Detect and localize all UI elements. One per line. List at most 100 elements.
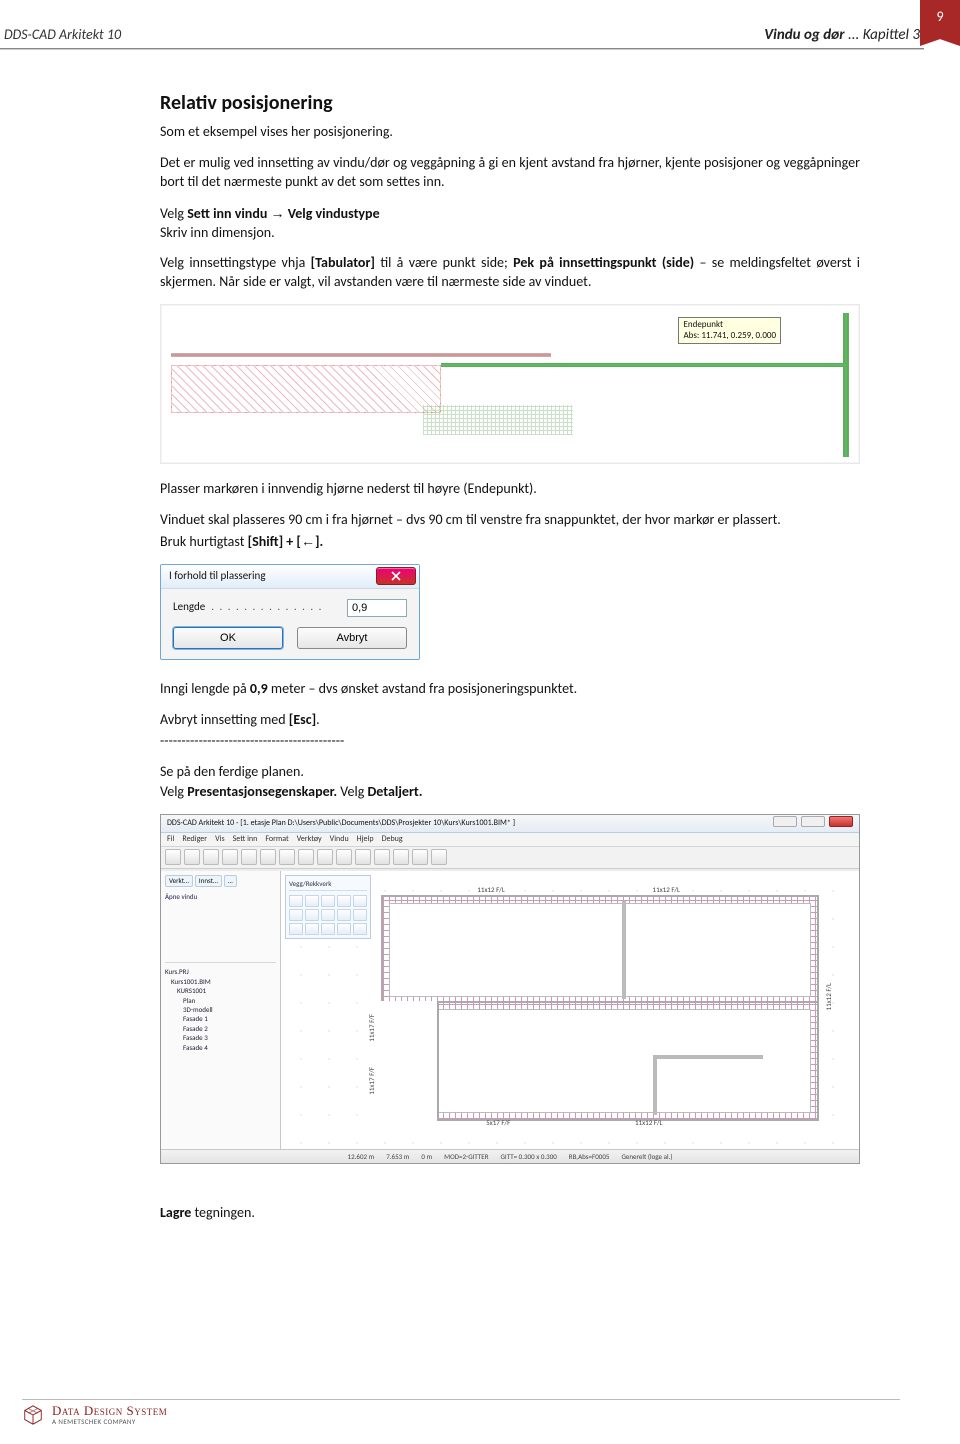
maximize-button[interactable] [801, 816, 825, 827]
bold-text: Lagre [160, 1204, 191, 1221]
toolbar-icon[interactable] [336, 849, 352, 865]
plan-label: 5x17 F/F [486, 1118, 510, 1127]
text: meter – dvs ønsket avstand fra posisjone… [268, 680, 577, 697]
floor-plan: 11x12 F/L 11x12 F/L 11x12 F/L 11x17 F/F … [381, 895, 819, 1115]
paragraph: Det er mulig ved innsetting av vindu/dør… [160, 154, 860, 192]
bold-text: Velg vindustype [288, 205, 380, 222]
toolbar-icon[interactable] [279, 849, 295, 865]
plan-upper-room [389, 903, 811, 997]
left-tab[interactable]: … [224, 875, 237, 886]
tree-item[interactable]: KURS1001 [165, 986, 276, 995]
tree-item[interactable]: Fasade 3 [165, 1033, 276, 1042]
cancel-button[interactable]: Avbryt [297, 627, 407, 649]
tree-item[interactable]: Kurs.PRJ [165, 967, 276, 976]
menu-item[interactable]: Format [265, 834, 288, 845]
tree-item[interactable]: Fasade 4 [165, 1043, 276, 1052]
menu-item[interactable]: Verktøy [297, 834, 322, 845]
dialog-close-button[interactable] [376, 567, 416, 585]
menu-item[interactable]: Vis [215, 834, 225, 845]
app-title-text: DDS-CAD Arkitekt 10 - [1. etasje Plan D:… [167, 818, 515, 829]
tool-icon[interactable] [305, 909, 319, 921]
separator-dashes: ----------------------------------------… [160, 732, 860, 751]
toolbar-icon[interactable] [374, 849, 390, 865]
text: Velg [337, 783, 367, 800]
toolbar-icon[interactable] [355, 849, 371, 865]
tool-icon[interactable] [305, 895, 319, 907]
paragraph: Velg innsettingstype vhja [Tabulator] ti… [160, 254, 860, 292]
dialog-buttons: OK Avbryt [173, 627, 407, 649]
tool-icon[interactable] [289, 923, 303, 935]
tool-icon[interactable] [321, 895, 335, 907]
minimize-button[interactable] [773, 816, 797, 827]
app-canvas[interactable]: Vegg/Rekkverk 11x1 [281, 871, 859, 1149]
tree-item[interactable]: Fasade 2 [165, 1024, 276, 1033]
tree-item[interactable]: 3D-modell [165, 1005, 276, 1014]
tool-icon[interactable] [337, 895, 351, 907]
menu-item[interactable]: Sett inn [233, 834, 258, 845]
tool-icon[interactable] [321, 909, 335, 921]
tool-icon[interactable] [353, 909, 367, 921]
left-tab[interactable]: Innst… [195, 875, 222, 886]
corner-hatch [423, 405, 573, 435]
tool-icon[interactable] [337, 909, 351, 921]
plan-lower-room [389, 1009, 811, 1113]
tool-icon[interactable] [337, 923, 351, 935]
tree-item[interactable]: Fasade 1 [165, 1014, 276, 1023]
bold-text: Sett inn vindu [187, 205, 267, 222]
menu-item[interactable]: Fil [167, 834, 174, 845]
toolbar-icon[interactable] [393, 849, 409, 865]
project-tree: Kurs.PRJ Kurs1001.BIM KURS1001 Plan 3D-m… [165, 962, 276, 1052]
text: ]. [315, 533, 323, 550]
app-screenshot: DDS-CAD Arkitekt 10 - [1. etasje Plan D:… [160, 814, 860, 1164]
header-right: Vindu og dør ... Kapittel 3 [764, 26, 920, 44]
toolbar-icon[interactable] [203, 849, 219, 865]
ok-button[interactable]: OK [173, 627, 283, 649]
toolbar-icon[interactable] [241, 849, 257, 865]
snap-tooltip: Endepunkt Abs: 11.741, 0.259, 0.000 [678, 317, 781, 344]
plan-notch [381, 1001, 439, 1121]
plan-label: 11x17 F/F [367, 1067, 376, 1095]
tool-icon[interactable] [289, 895, 303, 907]
bold-text: Detaljert. [367, 783, 422, 800]
tool-icon[interactable] [353, 895, 367, 907]
toolbar-icon[interactable] [298, 849, 314, 865]
tool-icon[interactable] [353, 923, 367, 935]
toolbar-icon[interactable] [222, 849, 238, 865]
status-item: Generelt (loge al.) [621, 1152, 672, 1161]
menu-item[interactable]: Hjelp [357, 834, 374, 845]
tool-icon[interactable] [321, 923, 335, 935]
plan-partition-lower-v [653, 1055, 657, 1115]
app-body: Verkt… Innst… … Åpne vindu Kurs.PRJ Kurs… [161, 871, 859, 1149]
tool-icon[interactable] [305, 923, 319, 935]
window-buttons [771, 816, 853, 831]
menu-item[interactable]: Debug [382, 834, 403, 845]
plan-label: 11x12 F/L [653, 885, 680, 894]
bold-text: [Tabulator] [311, 254, 375, 271]
tree-item[interactable]: Plan [165, 996, 276, 1005]
toolbar-icon[interactable] [317, 849, 333, 865]
toolbar-icon[interactable] [184, 849, 200, 865]
text: tegningen. [191, 1204, 255, 1221]
dialog-relative-placement: I forhold til plassering Lengde . . . . … [160, 564, 420, 660]
left-panel-item[interactable]: Åpne vindu [165, 891, 276, 902]
dialog-row-length: Lengde . . . . . . . . . . . . . . [173, 599, 407, 617]
paragraph: Avbryt innsetting med [Esc]. [160, 711, 860, 730]
close-icon [390, 571, 402, 581]
toolbar-icon[interactable] [165, 849, 181, 865]
bold-text: 0,9 [250, 680, 268, 697]
wall-horizontal-red [171, 353, 551, 357]
toolbar-icon[interactable] [431, 849, 447, 865]
app-close-button[interactable] [829, 816, 853, 827]
tree-item[interactable]: Kurs1001.BIM [165, 977, 276, 986]
toolbar-icon[interactable] [412, 849, 428, 865]
tool-icon[interactable] [289, 909, 303, 921]
dialog-titlebar: I forhold til plassering [161, 565, 419, 589]
status-item: MOD=2-GITTER [444, 1152, 488, 1161]
menu-item[interactable]: Rediger [182, 834, 207, 845]
header-underline [0, 48, 924, 50]
text: Velg [160, 783, 187, 800]
length-input[interactable] [347, 599, 407, 617]
toolbar-icon[interactable] [260, 849, 276, 865]
left-tab[interactable]: Verkt… [165, 875, 193, 886]
menu-item[interactable]: Vindu [330, 834, 349, 845]
